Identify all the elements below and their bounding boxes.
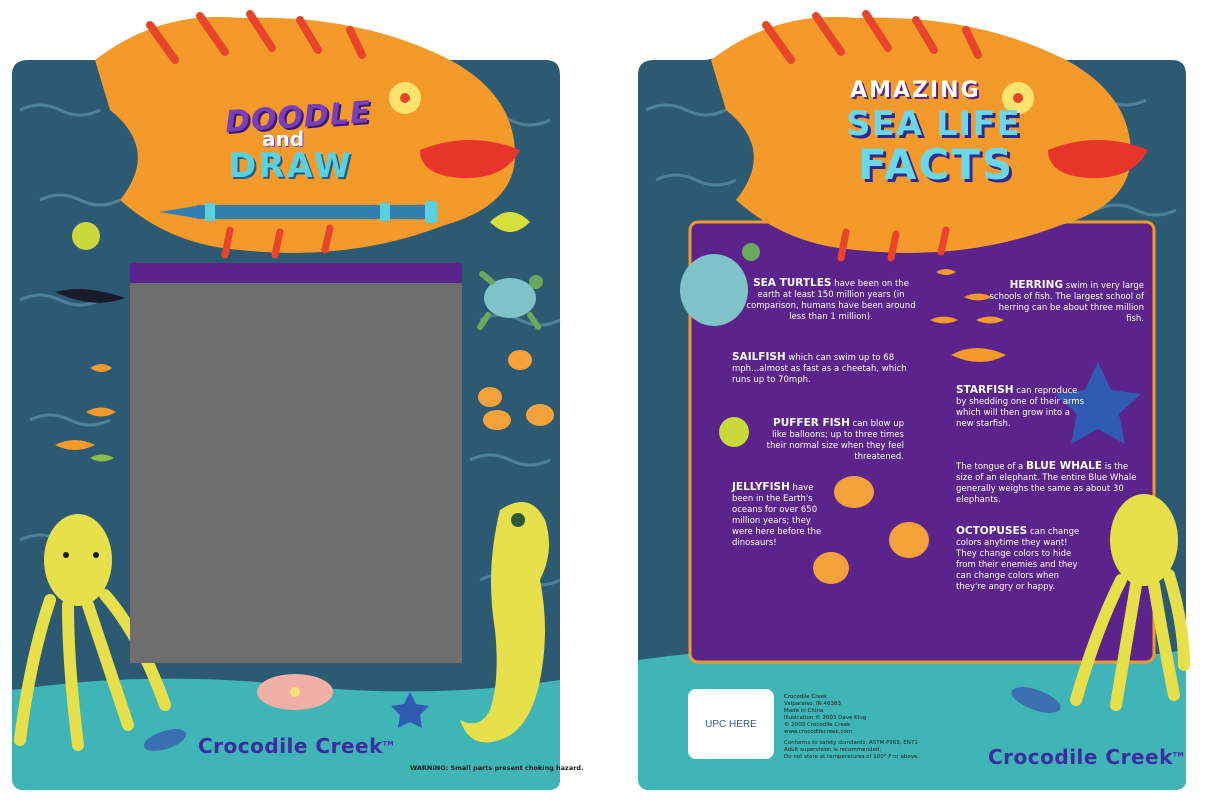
fact-prefix: The tongue of a	[956, 462, 1026, 472]
legal-line: Crocodile Creek	[784, 694, 828, 700]
fact-heading: SAILFISH	[732, 351, 786, 363]
title-facts: FACTS	[858, 140, 1015, 189]
drawing-screen-band	[130, 263, 462, 283]
puffer-fish	[72, 222, 100, 250]
fact-blue-whale: The tongue of a BLUE WHALE is the size o…	[956, 461, 1144, 506]
legal-line: Illustration © 2003 Dave Klug	[784, 715, 867, 721]
brand-tm: TM	[382, 740, 394, 748]
fact-heading: HERRING	[1009, 279, 1064, 291]
fact-puffer-fish: PUFFER FISH can blow up like balloons; u…	[766, 418, 904, 463]
fact-sailfish: SAILFISH which can swim up to 68 mph...a…	[732, 352, 910, 386]
drawing-screen[interactable]	[130, 283, 462, 663]
front-card: DOODLE and DRAW Crocodile CreekTM WARNIN…	[0, 0, 584, 802]
legal-text: Crocodile Creek Valparaiso, IN 46383 Mad…	[784, 694, 919, 761]
fact-octopuses: OCTOPUSES can change colors anytime they…	[956, 526, 1086, 593]
fact-heading: OCTOPUSES	[956, 525, 1028, 537]
brand-logo: Crocodile CreekTM	[198, 734, 394, 758]
fact-heading: SEA TURTLES	[753, 277, 832, 289]
fact-sea-turtles: SEA TURTLES have been on the earth at le…	[746, 278, 916, 323]
brand-logo: Crocodile CreekTM	[988, 745, 1184, 769]
title-draw: DRAW	[228, 146, 353, 186]
legal-line: Made in China	[784, 708, 824, 714]
legal-line: © 2003 Crocodile Creek	[784, 722, 851, 728]
title-sea-life: SEA LIFE	[846, 104, 1021, 144]
brand-name: Crocodile Creek	[988, 745, 1173, 769]
fact-starfish: STARFISH can reproduce by shedding one o…	[956, 385, 1084, 430]
fact-heading: PUFFER FISH	[773, 417, 850, 429]
brand-tm: TM	[1172, 751, 1184, 759]
legal-line: Valparaiso, IN 46383	[784, 701, 841, 707]
legal-line: Conforms to safety standards: ASTM F963,…	[784, 740, 918, 746]
puffer-fish	[719, 417, 749, 447]
brand-name: Crocodile Creek	[198, 734, 383, 758]
legal-line: Do not store at temperatures of 100° F o…	[784, 754, 920, 760]
choking-warning: WARNING: Small parts present choking haz…	[410, 764, 584, 772]
title-amazing: AMAZING	[850, 78, 981, 103]
legal-line: Adult supervision is recommended.	[784, 747, 882, 753]
fact-heading: STARFISH	[956, 384, 1014, 396]
pearl	[290, 687, 300, 697]
legal-line: www.crocodilecreek.com	[784, 729, 853, 735]
upc-placeholder: UPC HERE	[688, 689, 774, 759]
back-card: AMAZING SEA LIFE FACTS SEA TURTLES have …	[626, 0, 1198, 802]
fact-heading: JELLYFISH	[732, 481, 790, 493]
fact-heading: BLUE WHALE	[1025, 460, 1102, 472]
fact-jellyfish: JELLYFISH have been in the Earth's ocean…	[732, 482, 832, 549]
fact-herring: HERRING swim in very large schools of fi…	[984, 280, 1144, 325]
